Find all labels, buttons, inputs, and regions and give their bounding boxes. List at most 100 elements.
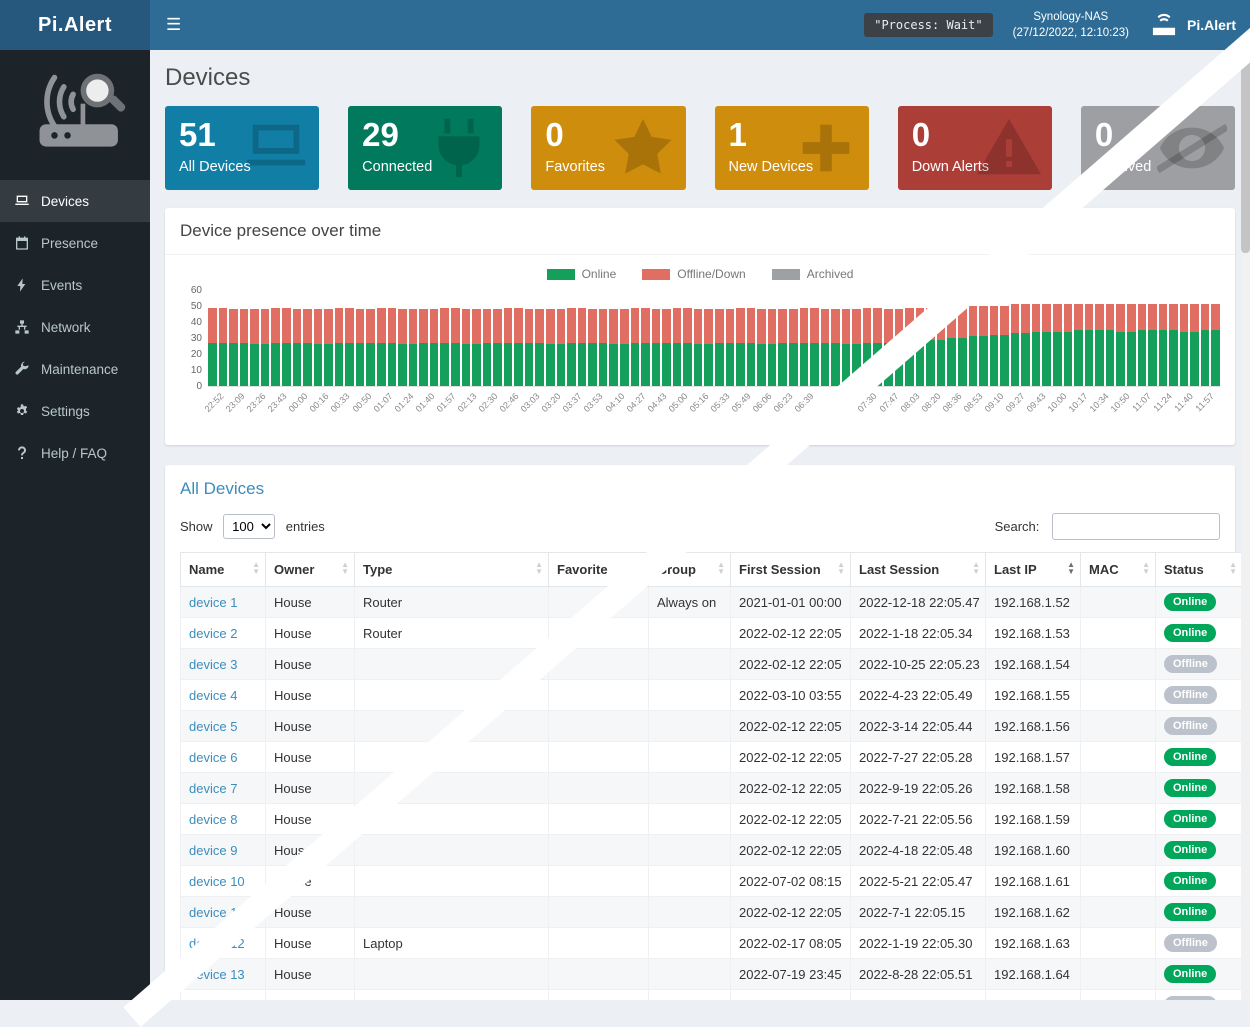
cell-status: Online — [1156, 835, 1243, 866]
cell-favorite — [549, 990, 649, 1001]
column-header-mac[interactable]: MAC▲▼ — [1081, 553, 1156, 587]
legend-item-archived[interactable]: Archived — [772, 267, 854, 281]
device-name-link[interactable]: device 10 — [189, 874, 245, 889]
column-header-type[interactable]: Type▲▼ — [355, 553, 549, 587]
vertical-scrollbar[interactable] — [1241, 50, 1250, 1000]
sidebar-toggle-icon[interactable]: ☰ — [150, 0, 197, 50]
device-name-link[interactable]: device 5 — [189, 719, 237, 734]
navbar-brand-right[interactable]: Pi.Alert — [1149, 13, 1236, 37]
online-segment — [219, 343, 228, 386]
status-badge: Online — [1164, 593, 1216, 611]
offline-segment — [462, 309, 471, 344]
chart-bar — [567, 308, 576, 386]
column-header-first-session[interactable]: First Session▲▼ — [731, 553, 851, 587]
scrollbar-thumb[interactable] — [1241, 53, 1250, 253]
chart-bar — [958, 306, 967, 386]
status-badge: Online — [1164, 810, 1216, 828]
online-segment — [1211, 330, 1220, 386]
chart-bar — [715, 309, 724, 386]
cell-favorite — [549, 587, 649, 618]
x-axis-label: 08:36 — [946, 387, 967, 433]
column-header-status[interactable]: Status▲▼ — [1156, 553, 1243, 587]
chart-bar — [969, 306, 978, 386]
search-input[interactable] — [1052, 513, 1220, 540]
sidebar-item-label: Settings — [41, 404, 90, 419]
summary-card-archived[interactable]: 0Archived — [1081, 106, 1235, 190]
status-badge: Online — [1164, 903, 1216, 921]
status-badge: Online — [1164, 841, 1216, 859]
online-segment — [800, 343, 809, 386]
device-name-link[interactable]: device 3 — [189, 657, 237, 672]
legend-item-offline-down[interactable]: Offline/Down — [642, 267, 745, 281]
device-name-link[interactable]: device 1 — [189, 595, 237, 610]
column-header-last-ip[interactable]: Last IP▲▼ — [986, 553, 1081, 587]
sidebar: DevicesPresenceEventsNetworkMaintenance S… — [0, 50, 150, 1000]
column-header-name[interactable]: Name▲▼ — [181, 553, 266, 587]
cell-group: Always on — [649, 587, 731, 618]
x-axis-label: 11:40 — [1178, 387, 1199, 433]
offline-segment — [314, 309, 323, 344]
sidebar-item-help-faq[interactable]: Help / FAQ — [0, 432, 150, 474]
offline-segment — [398, 309, 407, 344]
summary-card-all-devices[interactable]: 51All Devices — [165, 106, 319, 190]
device-name-link[interactable]: device 12 — [189, 936, 245, 951]
y-axis-tick: 10 — [191, 365, 202, 376]
summary-card-favorites[interactable]: 0Favorites — [531, 106, 685, 190]
cell-type — [355, 959, 549, 990]
entries-select[interactable]: 100 — [223, 514, 275, 539]
device-name-link[interactable]: device 11 — [189, 905, 244, 920]
device-name-link[interactable]: device 6 — [189, 750, 237, 765]
cell-last_ip: 192.168.1.58 — [986, 773, 1081, 804]
offline-segment — [1138, 304, 1147, 330]
online-segment — [1095, 330, 1104, 386]
offline-segment — [493, 309, 502, 343]
online-segment — [757, 344, 766, 386]
cell-last_session: 2022-11-22 22:05.54 — [851, 990, 986, 1001]
cell-mac — [1081, 742, 1156, 773]
chart-bar — [208, 308, 217, 386]
chart-bar — [557, 309, 566, 386]
column-header-owner[interactable]: Owner▲▼ — [266, 553, 355, 587]
chart-bar — [335, 308, 344, 386]
device-name-link[interactable]: device 7 — [189, 781, 237, 796]
offline-segment — [451, 308, 460, 343]
device-name-link[interactable]: device 2 — [189, 626, 237, 641]
sidebar-item-presence[interactable]: Presence — [0, 222, 150, 264]
cell-first_session: 2022-02-12 22:05 — [731, 835, 851, 866]
offline-segment — [620, 309, 629, 344]
offline-segment — [704, 309, 713, 344]
device-name-link[interactable]: device 4 — [189, 688, 237, 703]
chart-bar — [620, 309, 629, 386]
device-name-link[interactable]: device 9 — [189, 843, 237, 858]
brand-logo[interactable]: Pi.Alert — [0, 0, 150, 50]
cell-type — [355, 990, 549, 1001]
column-header-label: Type — [363, 562, 392, 577]
sidebar-item-settings[interactable]: Settings — [0, 390, 150, 432]
sidebar-item-network[interactable]: Network — [0, 306, 150, 348]
online-segment — [514, 343, 523, 386]
column-header-group[interactable]: Group▲▼ — [649, 553, 731, 587]
devices-table: Name▲▼Owner▲▼Type▲▼Favorite▲▼Group▲▼Firs… — [180, 552, 1243, 1000]
device-name-link[interactable]: device 13 — [189, 967, 245, 982]
summary-card-down-alerts[interactable]: 0Down Alerts — [898, 106, 1052, 190]
chart-bar — [1159, 304, 1168, 386]
summary-card-connected[interactable]: 29Connected — [348, 106, 502, 190]
cell-type: Router — [355, 618, 549, 649]
sidebar-item-events[interactable]: Events — [0, 264, 150, 306]
column-header-label: Last Session — [859, 562, 939, 577]
sort-icon: ▲▼ — [1229, 561, 1237, 575]
legend-item-online[interactable]: Online — [547, 267, 617, 281]
status-badge: Offline — [1164, 686, 1217, 704]
column-header-label: Group — [657, 562, 696, 577]
column-header-last-session[interactable]: Last Session▲▼ — [851, 553, 986, 587]
sidebar-item-devices[interactable]: Devices — [0, 180, 150, 222]
column-header-favorite[interactable]: Favorite▲▼ — [549, 553, 649, 587]
entries-label: entries — [286, 519, 325, 534]
online-segment — [388, 343, 397, 386]
device-name-link[interactable]: device 8 — [189, 812, 237, 827]
cell-owner: House — [266, 680, 355, 711]
cell-type — [355, 649, 549, 680]
sidebar-item-maintenance[interactable]: Maintenance — [0, 348, 150, 390]
summary-card-new-devices[interactable]: 1New Devices — [715, 106, 869, 190]
offline-segment — [1042, 304, 1051, 331]
